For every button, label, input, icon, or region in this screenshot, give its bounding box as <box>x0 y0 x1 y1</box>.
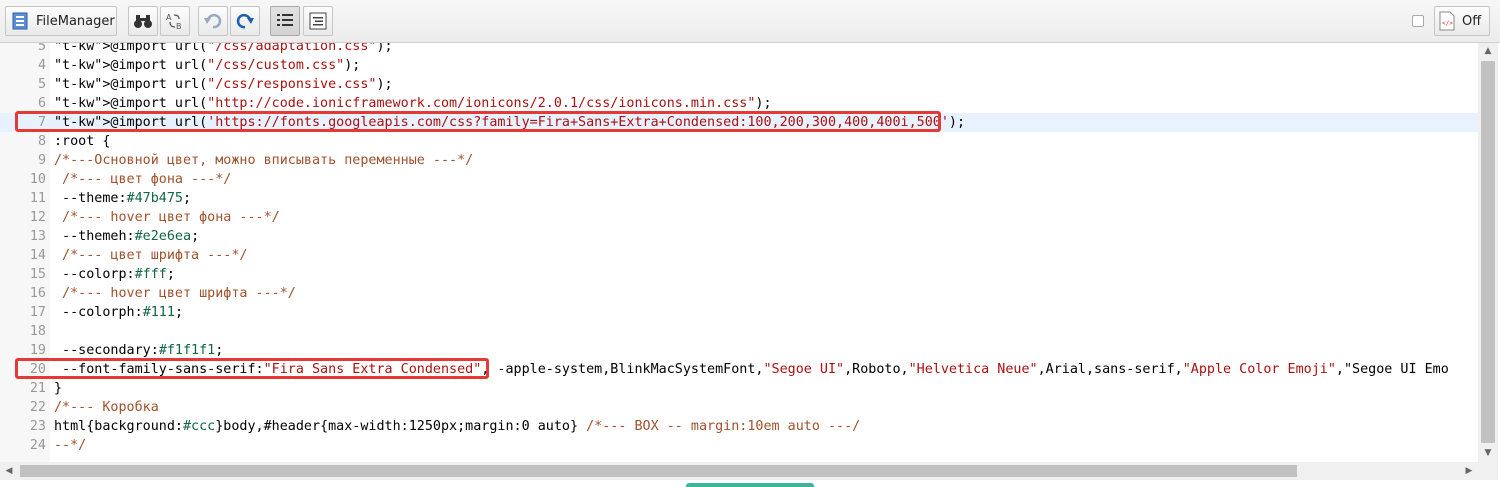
scroll-up-icon[interactable]: ▲ <box>1478 43 1498 60</box>
line-number: 16 <box>29 286 46 301</box>
line-code[interactable]: "t-kw">@import url("/css/custom.css"); <box>54 56 360 75</box>
off-label: Off <box>1462 13 1482 29</box>
highlight-box-line-20 <box>15 358 489 379</box>
svg-text:</>: </> <box>1442 20 1453 27</box>
svg-text:A: A <box>166 13 172 22</box>
redo-button[interactable] <box>230 6 260 36</box>
line-numbers-toggle[interactable] <box>270 6 300 36</box>
line-code[interactable]: /*--- цвет шрифта ---*/ <box>54 246 247 265</box>
line-number: 22 <box>29 400 46 415</box>
scroll-down-icon[interactable]: ▼ <box>1478 445 1498 462</box>
replace-icon: A B <box>165 12 185 30</box>
bottom-strip <box>0 480 1500 487</box>
line-code[interactable]: "t-kw">@import url("/css/adaptation.css"… <box>54 43 393 56</box>
code-toggle-icon: </> <box>1438 11 1456 31</box>
line-number: 11 <box>29 191 46 206</box>
line-code[interactable]: /*---Основной цвет, можно вписывать пере… <box>54 151 473 170</box>
format-button[interactable] <box>303 6 333 36</box>
line-number: 17 <box>29 305 46 320</box>
line-code[interactable]: :root { <box>54 132 110 151</box>
line-code[interactable]: --*/ <box>54 436 86 455</box>
code-editor[interactable]: 5 "t-kw">@import url("/css/adaptation.css… <box>0 43 1500 462</box>
bottom-tab-indicator <box>686 483 814 487</box>
line-number: 10 <box>29 172 46 187</box>
line-number: 21 <box>29 381 46 396</box>
line-code[interactable]: --colorph:#111; <box>54 303 183 322</box>
line-code[interactable]: "t-kw">@import url("/css/responsive.css"… <box>54 75 393 94</box>
scroll-left-icon[interactable]: ◀ <box>0 462 18 480</box>
line-number: 5 <box>37 43 46 54</box>
undo-icon <box>203 12 223 30</box>
replace-button[interactable]: A B <box>160 6 190 36</box>
format-icon <box>309 12 327 30</box>
line-number: 8 <box>37 134 46 149</box>
file-manager-icon <box>12 12 28 30</box>
scroll-right-icon[interactable]: ▶ <box>1460 462 1478 480</box>
svg-text:B: B <box>176 22 182 30</box>
vertical-scrollbar[interactable]: ▲ ▼ <box>1478 43 1498 462</box>
line-number: 9 <box>37 153 46 168</box>
toggle-checkbox[interactable] <box>1412 15 1424 27</box>
horizontal-scroll-thumb[interactable] <box>20 465 1297 477</box>
line-number: 13 <box>29 229 46 244</box>
line-code[interactable]: /*--- hover цвет шрифта ---*/ <box>54 284 296 303</box>
line-number: 24 <box>29 438 46 453</box>
redo-icon <box>235 12 255 30</box>
line-number: 5 <box>37 77 46 92</box>
search-button[interactable] <box>128 6 158 36</box>
binoculars-icon <box>133 13 153 29</box>
line-code[interactable]: --theme:#47b475; <box>54 189 191 208</box>
scrollbar-corner <box>1478 462 1498 480</box>
line-number: 15 <box>29 267 46 282</box>
file-manager-label: FileManager <box>36 13 115 29</box>
line-numbers-icon <box>276 12 294 30</box>
file-manager-button[interactable]: FileManager <box>5 6 117 36</box>
code-toggle-button[interactable]: </> Off <box>1434 6 1490 36</box>
line-number: 12 <box>29 210 46 225</box>
line-number: 4 <box>37 58 46 73</box>
horizontal-scrollbar[interactable]: ◀ ▶ <box>0 462 1478 480</box>
highlight-box-line-7 <box>15 111 941 132</box>
undo-button[interactable] <box>198 6 228 36</box>
line-code[interactable]: } <box>54 379 62 398</box>
line-code[interactable]: /*--- hover цвет фона ---*/ <box>54 208 280 227</box>
line-code[interactable]: --themeh:#e2e6ea; <box>54 227 199 246</box>
line-number: 18 <box>29 324 46 339</box>
line-code[interactable]: html{background:#ccc}body,#header{max-wi… <box>54 417 860 436</box>
line-code[interactable]: /*--- Коробка <box>54 398 159 417</box>
line-number: 23 <box>29 419 46 434</box>
line-code[interactable]: /*--- цвет фона ---*/ <box>54 170 231 189</box>
line-number: 14 <box>29 248 46 263</box>
line-code[interactable]: --colorp:#fff; <box>54 265 175 284</box>
editor-toolbar: FileManager A B </> Off <box>0 0 1500 43</box>
vertical-scroll-thumb[interactable] <box>1481 61 1495 443</box>
